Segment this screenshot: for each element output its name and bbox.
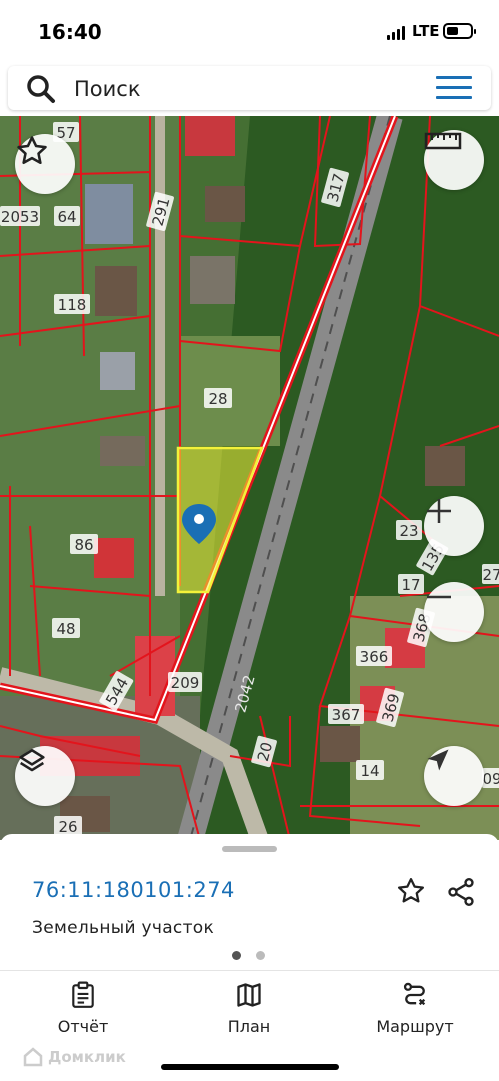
status-time: 16:40	[38, 20, 102, 44]
plot-label: 2053	[1, 208, 39, 226]
signal-icon	[387, 26, 405, 40]
zoom-out-button[interactable]	[424, 582, 484, 642]
search-icon	[27, 75, 55, 103]
plus-icon	[427, 499, 451, 523]
page-dot-active	[232, 951, 241, 960]
map-icon	[237, 983, 261, 1007]
nav-label: План	[227, 1017, 271, 1036]
status-bar: 16:40 LTE	[0, 0, 499, 62]
layers-button[interactable]	[15, 746, 75, 806]
menu-icon[interactable]	[436, 76, 472, 100]
star-icon[interactable]	[396, 876, 426, 906]
share-icon[interactable]	[445, 876, 477, 908]
nav-label: Отчёт	[57, 1017, 109, 1036]
cadastral-number[interactable]: 76:11:180101:274	[32, 878, 235, 902]
nav-plan[interactable]: План	[189, 981, 309, 1036]
plot-label: 23	[399, 522, 418, 540]
ruler-button[interactable]	[424, 130, 484, 190]
minus-icon	[427, 595, 451, 599]
plot-label: 17	[401, 576, 420, 594]
nav-report[interactable]: Отчёт	[23, 981, 143, 1036]
plot-label: 367	[332, 706, 361, 724]
layers-icon	[19, 748, 45, 772]
battery-icon	[443, 23, 476, 39]
nav-label: Маршрут	[376, 1017, 454, 1036]
star-icon	[17, 136, 47, 165]
search-input[interactable]: Поиск	[74, 77, 141, 101]
home-indicator[interactable]	[161, 1064, 339, 1070]
sheet-drag-handle[interactable]	[222, 846, 277, 852]
parcel-type: Земельный участок	[32, 918, 215, 938]
map-view[interactable]: 57 2053 64 291 317 118 28 86 48 544 23 1…	[0, 116, 499, 840]
plot-label: 209	[171, 674, 200, 692]
nav-route[interactable]: Маршрут	[355, 981, 475, 1036]
search-bar[interactable]: Поиск	[8, 66, 491, 110]
favorite-button[interactable]	[15, 134, 75, 194]
plot-label: 09	[482, 770, 499, 788]
logo-icon	[23, 1047, 43, 1067]
page-dot	[256, 951, 265, 960]
my-location-button[interactable]	[424, 746, 484, 806]
plot-label: 86	[74, 536, 93, 554]
network-type: LTE	[412, 22, 440, 40]
plot-label: 28	[208, 390, 227, 408]
plot-label: 118	[58, 296, 87, 314]
report-icon	[72, 981, 94, 1008]
page-indicator	[232, 951, 265, 960]
plot-label: 27	[482, 566, 499, 584]
plot-label: 14	[360, 762, 379, 780]
cadastral-map: 57 2053 64 291 317 118 28 86 48 544 23 1…	[0, 116, 499, 840]
watermark: Домклик	[22, 1046, 126, 1068]
parcel-info-sheet[interactable]: 76:11:180101:274 Земельный участок	[0, 834, 499, 970]
zoom-in-button[interactable]	[424, 496, 484, 556]
route-icon	[403, 982, 426, 1006]
plot-label: 64	[57, 208, 76, 226]
plot-label: 48	[56, 620, 75, 638]
plot-label: 366	[360, 648, 389, 666]
ruler-icon	[424, 132, 462, 150]
watermark-text: Домклик	[48, 1048, 126, 1066]
navigation-arrow-icon	[427, 749, 449, 771]
